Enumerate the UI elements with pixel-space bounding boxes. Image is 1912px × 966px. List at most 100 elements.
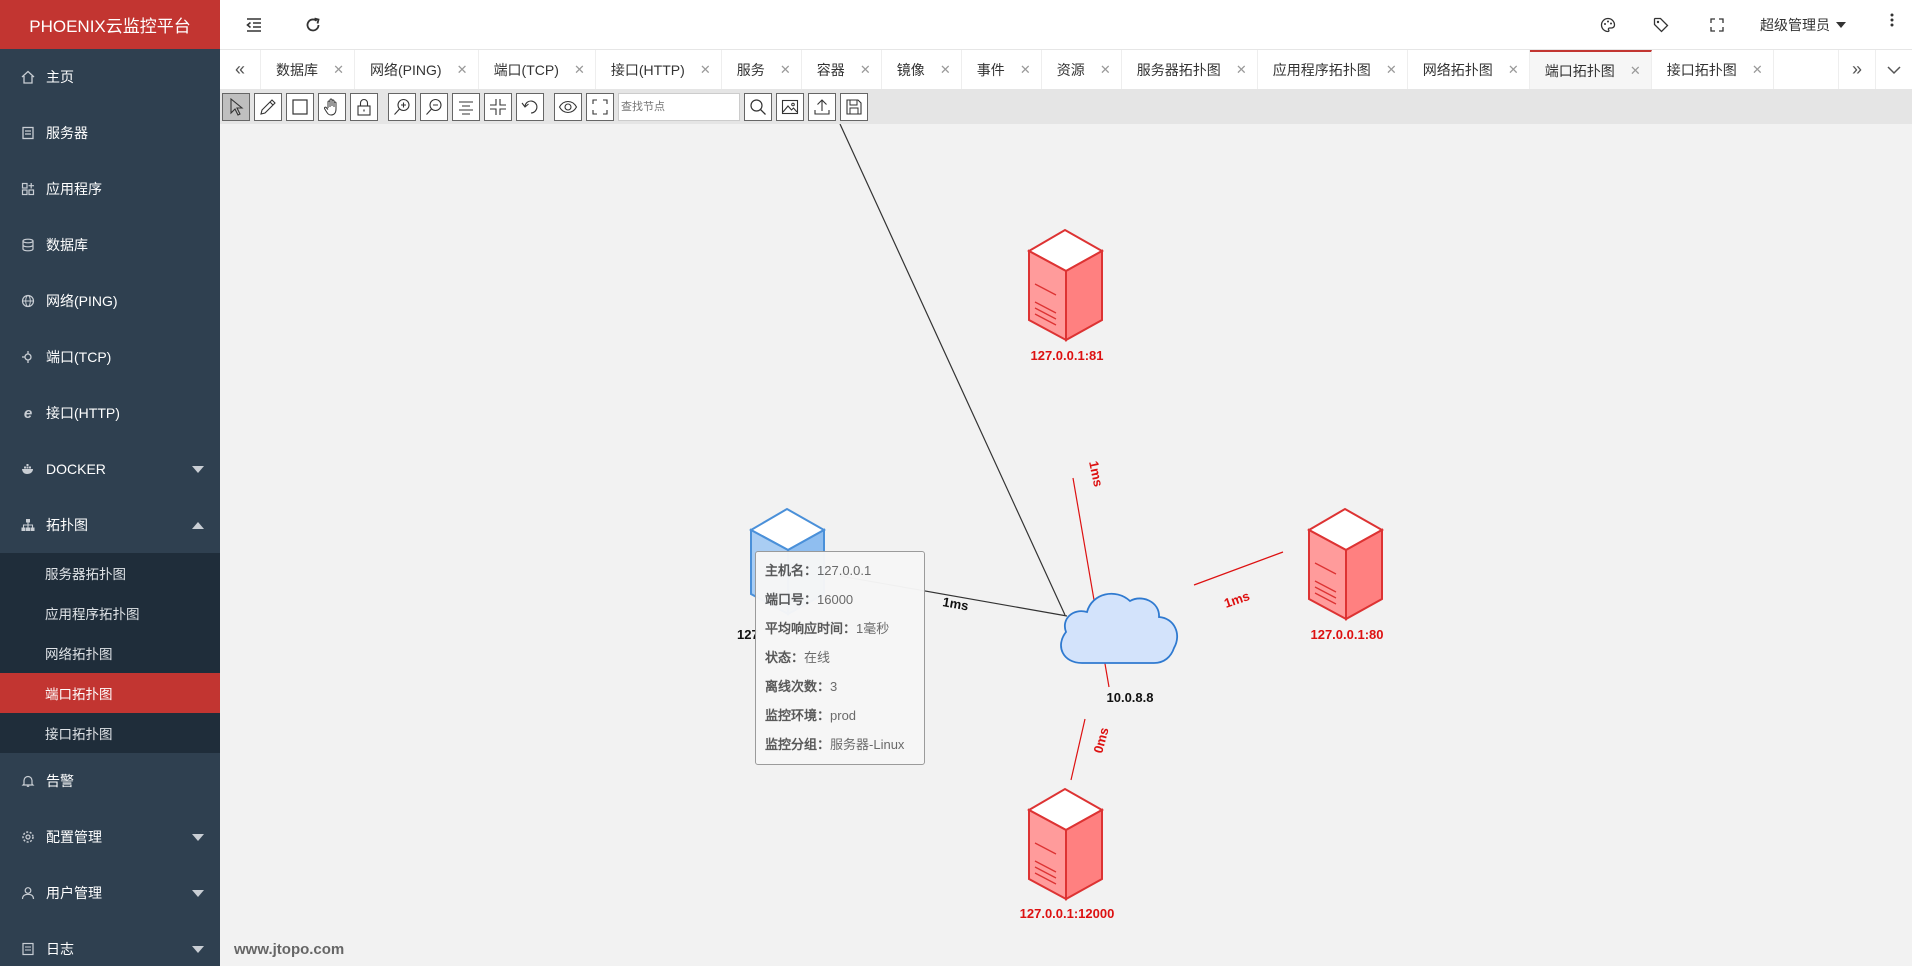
zoom-fit-icon[interactable] <box>484 92 512 121</box>
close-icon[interactable]: ✕ <box>1630 63 1641 79</box>
close-icon[interactable]: ✕ <box>574 62 585 78</box>
sidebar-subitem-port-topology[interactable]: 端口拓扑图 <box>0 673 220 713</box>
close-icon[interactable]: ✕ <box>1020 62 1031 78</box>
close-icon[interactable]: ✕ <box>940 62 951 78</box>
sidebar-item-logs[interactable]: 日志 <box>0 921 220 966</box>
tab-label: 端口(TCP) <box>493 61 559 78</box>
sidebar-subitem-network-topology[interactable]: 网络拓扑图 <box>0 633 220 673</box>
server-node-81[interactable]: 127.0.0.1:81 <box>1026 228 1105 363</box>
search-icon[interactable] <box>744 92 772 121</box>
server-node-12000[interactable]: 127.0.0.1:12000 <box>1020 787 1115 921</box>
tab-http[interactable]: 接口(HTTP) ✕ <box>596 50 722 89</box>
tooltip-value: 服务器-Linux <box>830 737 905 752</box>
export-image-icon[interactable] <box>776 92 804 121</box>
fullscreen-icon[interactable] <box>1704 12 1730 38</box>
port-icon <box>20 349 36 365</box>
cloud-node-center[interactable]: 10.0.8.8 <box>1060 592 1179 705</box>
upload-icon[interactable] <box>808 92 836 121</box>
expand-fullscreen-icon[interactable] <box>586 92 614 121</box>
sidebar-item-database[interactable]: 数据库 <box>0 217 220 273</box>
sidebar-item-users[interactable]: 用户管理 <box>0 865 220 921</box>
lock-icon[interactable] <box>350 92 378 121</box>
refresh-icon[interactable] <box>300 12 326 38</box>
sidebar-subitem-http-topology[interactable]: 接口拓扑图 <box>0 713 220 753</box>
collapse-menu-icon[interactable] <box>241 12 267 38</box>
sidebar-subitem-app-topology[interactable]: 应用程序拓扑图 <box>0 593 220 633</box>
sidebar-item-label: 网络(PING) <box>46 293 118 309</box>
tabs-scroll-right-icon[interactable]: » <box>1838 50 1875 89</box>
database-icon <box>20 237 36 253</box>
sidebar-item-apps[interactable]: 应用程序 <box>0 161 220 217</box>
eye-icon[interactable] <box>554 92 582 121</box>
sidebar-item-home[interactable]: 主页 <box>0 49 220 105</box>
close-icon[interactable]: ✕ <box>333 62 344 78</box>
tab-container[interactable]: 容器 ✕ <box>802 50 882 89</box>
tab-service[interactable]: 服务 ✕ <box>722 50 802 89</box>
latency-label-16000: 1ms <box>941 594 969 613</box>
topology-graph[interactable]: 1ms 1ms 0ms 1ms 127.0.0.1:81 127.0.0.1:8… <box>220 124 1912 966</box>
tab-label: 数据库 <box>276 61 318 78</box>
align-center-icon[interactable] <box>452 92 480 121</box>
sidebar-subitem-server-topology[interactable]: 服务器拓扑图 <box>0 553 220 593</box>
close-icon[interactable]: ✕ <box>1100 62 1111 78</box>
tooltip-row: 监控分组：服务器-Linux <box>765 730 924 759</box>
topology-canvas[interactable]: 1ms 1ms 0ms 1ms 127.0.0.1:81 127.0.0.1:8… <box>220 124 1912 966</box>
tab-ping[interactable]: 网络(PING) ✕ <box>355 50 479 89</box>
tooltip-row: 离线次数：3 <box>765 672 924 701</box>
node-search-input[interactable] <box>618 92 740 121</box>
server-node-80[interactable]: 127.0.0.1:80 <box>1306 507 1385 642</box>
tab-network-topology[interactable]: 网络拓扑图 ✕ <box>1408 50 1530 89</box>
sidebar-item-label: 日志 <box>46 941 74 957</box>
close-icon[interactable]: ✕ <box>700 62 711 78</box>
sidebar-item-docker[interactable]: DOCKER <box>0 441 220 497</box>
tab-event[interactable]: 事件 ✕ <box>962 50 1042 89</box>
tab-label: 镜像 <box>896 61 925 78</box>
tab-database[interactable]: 数据库 ✕ <box>261 50 355 89</box>
tab-label: 容器 <box>816 61 845 78</box>
close-icon[interactable]: ✕ <box>457 62 468 78</box>
server-icon <box>1026 787 1105 901</box>
tab-tcp[interactable]: 端口(TCP) ✕ <box>479 50 596 89</box>
close-icon[interactable]: ✕ <box>1508 62 1519 78</box>
save-icon[interactable] <box>840 92 868 121</box>
tooltip-key: 监控分组： <box>765 737 831 752</box>
sidebar-item-topology[interactable]: 拓扑图 <box>0 497 220 553</box>
more-vertical-icon[interactable] <box>1890 12 1894 33</box>
tab-resource[interactable]: 资源 ✕ <box>1042 50 1122 89</box>
undo-icon[interactable] <box>516 92 544 121</box>
tab-port-topology[interactable]: 端口拓扑图 ✕ <box>1529 50 1652 89</box>
gear-icon <box>20 829 36 845</box>
select-pointer-icon[interactable] <box>222 92 250 121</box>
server-icon <box>20 125 36 141</box>
sidebar-item-servers[interactable]: 服务器 <box>0 105 220 161</box>
tab-server-topology[interactable]: 服务器拓扑图 ✕ <box>1122 50 1258 89</box>
rectangle-select-icon[interactable] <box>286 92 314 121</box>
tag-icon[interactable] <box>1648 12 1674 38</box>
tooltip-key: 离线次数： <box>765 679 831 694</box>
sidebar-item-tcp[interactable]: 端口(TCP) <box>0 329 220 385</box>
theme-palette-icon[interactable] <box>1595 12 1621 38</box>
tab-app-topology[interactable]: 应用程序拓扑图 ✕ <box>1258 50 1408 89</box>
sidebar-item-alarm[interactable]: 告警 <box>0 753 220 809</box>
app-logo[interactable]: PHOENIX云监控平台 <box>0 0 220 49</box>
hand-pan-icon[interactable] <box>318 92 346 121</box>
tabs-dropdown-icon[interactable] <box>1875 50 1912 89</box>
close-icon[interactable]: ✕ <box>780 62 791 78</box>
tab-image[interactable]: 镜像 ✕ <box>882 50 962 89</box>
zoom-out-icon[interactable] <box>420 92 448 121</box>
pencil-icon[interactable] <box>254 92 282 121</box>
tooltip-row: 端口号：16000 <box>765 585 924 614</box>
bell-icon <box>20 773 36 789</box>
close-icon[interactable]: ✕ <box>1752 62 1763 78</box>
tab-http-topology[interactable]: 接口拓扑图 ✕ <box>1652 50 1774 89</box>
sidebar-item-http[interactable]: e 接口(HTTP) <box>0 385 220 441</box>
tabs-scroll-left-icon[interactable]: « <box>220 50 261 89</box>
close-icon[interactable]: ✕ <box>1236 62 1247 78</box>
zoom-in-icon[interactable] <box>388 92 416 121</box>
tab-label: 端口拓扑图 <box>1544 62 1615 79</box>
user-menu[interactable]: 超级管理员 <box>1760 15 1846 35</box>
sidebar-item-ping[interactable]: 网络(PING) <box>0 273 220 329</box>
close-icon[interactable]: ✕ <box>1386 62 1397 78</box>
close-icon[interactable]: ✕ <box>860 62 871 78</box>
sidebar-item-config[interactable]: 配置管理 <box>0 809 220 865</box>
